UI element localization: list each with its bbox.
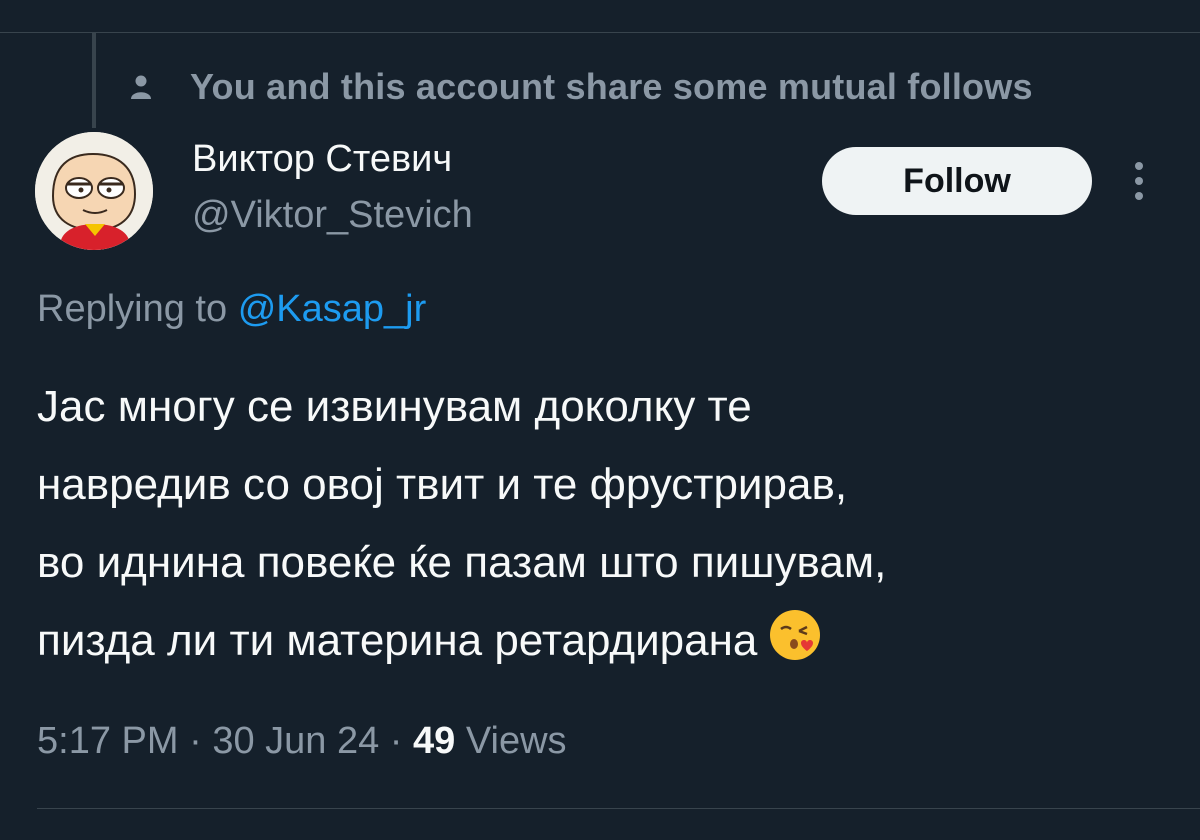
tweet-text-line: Јас многу се извинувам доколку те [37,382,752,431]
person-icon [130,74,152,100]
tweet-time[interactable]: 5:17 PM [37,720,179,762]
author-display-name[interactable]: Виктор Стевич [192,138,452,181]
views-label: Views [465,720,567,762]
tweet-text: Јас многу се извинувам доколку те навред… [37,368,1167,680]
top-divider [0,32,1200,33]
tweet-text-line-last: пизда ли ти материна ретардирана [37,602,1167,680]
tweet-text-line: пизда ли ти материна ретардирана [37,616,758,665]
kissing-face-emoji-icon [770,610,821,660]
bottom-divider [37,808,1200,809]
social-context: You and this account share some mutual f… [130,62,1033,112]
follow-button[interactable]: Follow [822,147,1092,215]
replying-to: Replying to @Kasap_jr [37,288,426,331]
more-dot [1135,177,1143,185]
tweet-text-line: навредив со овој твит и те фрустрирав, [37,460,848,509]
tweet-text-line: во иднина повеќе ќе пазам што пишувам, [37,538,887,587]
social-context-text: You and this account share some mutual f… [190,66,1033,107]
author-handle[interactable]: @Viktor_Stevich [192,194,473,237]
views-count: 49 [413,720,456,762]
replying-to-label: Replying to [37,288,228,330]
tweet-date[interactable]: 30 Jun 24 [212,720,379,762]
cartoon-avatar-icon [35,132,153,250]
meta-separator: · [389,720,403,762]
tweet-page: You and this account share some mutual f… [0,0,1200,840]
meta-separator: · [189,720,202,762]
more-dot [1135,162,1143,170]
tweet-meta: 5:17 PM · 30 Jun 24 · 49 Views [37,720,567,763]
avatar[interactable] [35,132,153,250]
thread-connector-line [92,33,96,128]
more-options-icon[interactable] [1122,158,1156,204]
reply-mention-link[interactable]: @Kasap_jr [238,288,427,330]
more-dot [1135,192,1143,200]
